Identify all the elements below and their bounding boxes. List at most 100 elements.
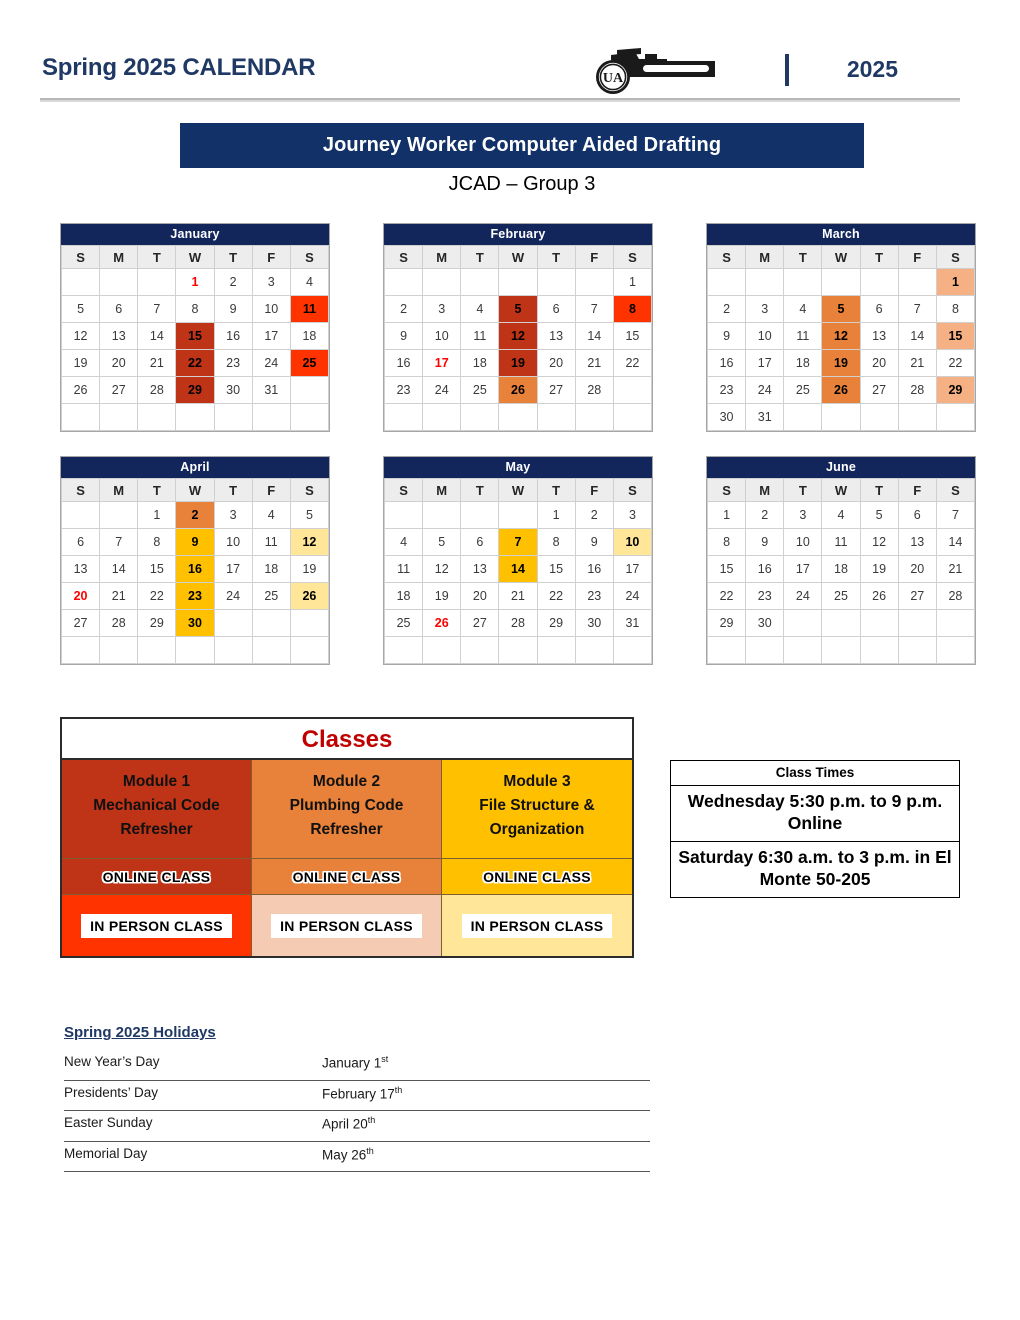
calendar-day-cell: 15 [175,322,215,350]
calendar-day-cell: 27 [859,376,899,404]
calendar-week-row: 23 24 25 26 27 28 [383,376,653,404]
calendar-day-cell: 24 [783,582,823,610]
page-title: Spring 2025 CALENDAR [42,54,316,81]
calendar-day-cell: 3 [251,268,291,296]
calendar-empty-cell [422,403,462,431]
calendar-week-row: 23 24 25 26 27 28 29 [706,376,976,404]
calendar-empty-cell [935,609,976,637]
program-subtitle: JCAD – Group 3 [448,173,596,195]
calendar-empty-cell [289,403,330,431]
calendar-day-cell: 28 [935,582,976,610]
weekday-header-4: T [213,245,253,269]
weekday-header-0: S [706,245,747,269]
calendar-day-cell: 21 [498,582,538,610]
calendar-day-cell: 19 [422,582,462,610]
calendar-day-cell: 4 [821,501,861,529]
calendar-day-cell: 5 [498,295,538,323]
calendar-week-row [383,403,653,431]
calendar-empty-cell [422,636,462,664]
weekday-header-2: T [783,478,823,502]
calendar-day-cell: 7 [935,501,976,529]
in-person-class-label: IN PERSON CLASS [461,913,613,938]
header-rule [40,98,960,102]
calendar-day-cell: 3 [213,501,253,529]
calendar-empty-cell [935,403,976,431]
calendar-empty-cell [821,636,861,664]
svg-text:UA: UA [603,71,624,86]
calendar-day-cell: 9 [574,528,614,556]
calendar-day-cell: 25 [251,582,291,610]
calendar-day-cell: 5 [289,501,330,529]
calendar-empty-cell [574,403,614,431]
calendar-empty-cell [574,268,614,296]
weekday-header-2: T [137,245,177,269]
calendar-empty-cell [60,501,101,529]
calendar-day-cell: 22 [536,582,576,610]
calendar-day-cell: 27 [99,376,139,404]
calendar-day-cell: 19 [859,555,899,583]
calendar-day-cell: 20 [897,555,937,583]
calendar-week-row: 2345678 [383,295,653,323]
class-module-line: Organization [489,821,585,839]
calendar-day-cell: 15 [137,555,177,583]
calendar-empty-cell [706,636,747,664]
calendar-day-cell: 1 [536,501,576,529]
weekday-header-5: F [897,245,937,269]
calendar-empty-cell [175,636,215,664]
calendar-empty-cell [60,268,101,296]
calendar-day-cell: 19 [60,349,101,377]
in-person-class-swatch: IN PERSON CLASS [252,894,441,956]
calendar-day-cell: 22 [935,349,976,377]
calendar-day-cell: 2 [383,295,424,323]
calendar-day-cell: 30 [745,609,785,637]
weekday-header-5: F [897,478,937,502]
calendar-empty-cell [536,636,576,664]
weekday-header-2: T [137,478,177,502]
weekday-header-6: S [935,478,976,502]
online-class-swatch: ONLINE CLASS [442,858,632,894]
calendar-empty-cell [383,268,424,296]
calendar-day-cell: 27 [536,376,576,404]
weekday-header-1: M [745,478,785,502]
holiday-name: Memorial Day [64,1145,148,1161]
calendar-day-cell: 27 [897,582,937,610]
holiday-name: Presidents’ Day [64,1084,159,1100]
calendar-day-cell: 5 [859,501,899,529]
month-header: February [384,224,652,245]
calendar-empty-cell [383,403,424,431]
calendar-day-cell: 5 [821,295,861,323]
calendar-empty-cell [821,609,861,637]
calendar-day-cell: 24 [612,582,653,610]
weekday-header-6: S [289,245,330,269]
calendar-day-cell: 30 [175,609,215,637]
calendar-month-april: April S M T W T F S 1 2 3 4 5 6 7 8 9 10 11 12 13 14 15 16 17 18 1… [60,456,330,665]
classes-legend-table: Classes Module 1 Mechanical Code Refresher… [60,717,634,958]
weekday-header-4: T [859,478,899,502]
weekday-header-1: M [422,478,462,502]
calendar-day-cell: 20 [536,349,576,377]
calendar-day-cell: 15 [706,555,747,583]
calendar-day-cell: 15 [536,555,576,583]
calendar-day-cell: 26 [498,376,538,404]
calendar-empty-cell [897,403,937,431]
calendar-day-cell: 23 [383,376,424,404]
calendar-empty-cell [536,403,576,431]
calendar-day-cell: 7 [574,295,614,323]
calendar-week-row: 18 19 20 21 22 23 24 [383,582,653,610]
class-times-rows: Wednesday 5:30 p.m. to 9 p.m. Online Satu… [671,786,959,897]
calendar-day-cell: 8 [935,295,976,323]
in-person-class-swatch: IN PERSON CLASS [442,894,632,956]
classes-legend-title: Classes [62,719,632,760]
calendar-day-cell: 14 [935,528,976,556]
calendar-week-row: 15 16 17 18 19 20 21 [706,555,976,583]
calendar-week-row [60,636,330,664]
calendar-day-cell: 25 [460,376,500,404]
calendar-empty-cell [783,403,823,431]
calendar-day-cell: 16 [213,322,253,350]
calendar-day-cell: 8 [137,528,177,556]
calendar-day-cell: 1 [175,268,215,296]
calendar-day-cell: 2 [745,501,785,529]
calendar-empty-cell [289,376,330,404]
calendar-empty-cell [251,609,291,637]
calendar-day-cell: 2 [706,295,747,323]
